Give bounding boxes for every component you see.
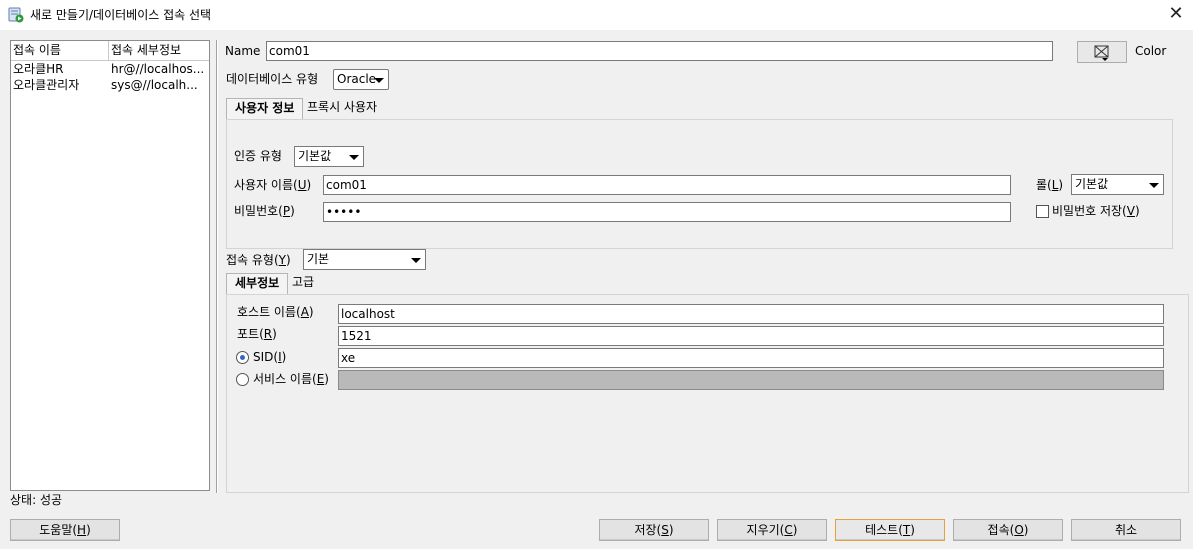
column-header-name[interactable]: 접속 이름 [11, 41, 109, 60]
chevron-down-icon [349, 155, 359, 160]
tab-proxy-user[interactable]: 프록시 사용자 [305, 98, 379, 119]
tab-user-info[interactable]: 사용자 정보 [226, 98, 304, 119]
conntype-select[interactable]: 기본 [303, 249, 426, 270]
chevron-down-icon [411, 258, 421, 263]
splitter[interactable] [216, 40, 218, 493]
dbtype-value: Oracle [337, 72, 377, 86]
service-name-field [338, 370, 1164, 390]
auth-type-label: 인증 유형 [234, 149, 282, 163]
auth-type-select[interactable]: 기본값 [294, 146, 364, 167]
connection-list: 접속 이름 접속 세부정보 오라클HR hr@//localhos... 오라클… [10, 40, 210, 491]
status-text: 상태: 성공 [10, 493, 63, 507]
dbtype-select[interactable]: Oracle [333, 69, 389, 90]
table-row[interactable]: 오라클관리자 sys@//localh... [11, 77, 209, 93]
connection-detail: sys@//localh... [111, 78, 198, 92]
connection-list-header: 접속 이름 접속 세부정보 [11, 41, 209, 61]
password-field[interactable]: ••••• [323, 202, 1011, 222]
role-label: 롤(L) [1036, 178, 1064, 192]
chevron-down-icon [1149, 183, 1159, 188]
color-label: Color [1135, 44, 1167, 58]
password-label: 비밀번호(P) [234, 204, 295, 218]
chevron-down-icon [374, 78, 384, 83]
sid-label: SID(I) [253, 350, 287, 364]
sid-radio[interactable] [236, 351, 249, 364]
save-password-checkbox[interactable] [1036, 205, 1049, 218]
host-field[interactable]: localhost [338, 304, 1164, 324]
name-label: Name [225, 44, 261, 58]
port-field[interactable]: 1521 [338, 326, 1164, 346]
window-title: 새로 만들기/데이터베이스 접속 선택 [30, 8, 212, 22]
dbtype-label: 데이터베이스 유형 [226, 72, 319, 86]
conntype-label: 접속 유형(Y) [226, 253, 291, 267]
cancel-button[interactable]: 취소 [1071, 519, 1181, 541]
column-header-detail[interactable]: 접속 세부정보 [109, 41, 209, 60]
service-name-label: 서비스 이름(E) [253, 372, 329, 386]
help-button[interactable]: 도움말(H) [10, 519, 120, 541]
connect-button[interactable]: 접속(O) [953, 519, 1063, 541]
role-select[interactable]: 기본값 [1071, 174, 1164, 195]
username-label: 사용자 이름(U) [234, 178, 312, 192]
tab-advanced[interactable]: 고급 [290, 273, 316, 294]
color-swatch-icon [1094, 45, 1109, 61]
table-row[interactable]: 오라클HR hr@//localhos... [11, 61, 209, 77]
clear-button[interactable]: 지우기(C) [717, 519, 827, 541]
name-field[interactable]: com01 [266, 41, 1053, 61]
auth-type-value: 기본값 [298, 149, 332, 163]
close-icon[interactable]: ✕ [1164, 4, 1188, 26]
database-connection-icon [8, 7, 24, 23]
username-field[interactable]: com01 [323, 175, 1011, 195]
sid-field[interactable]: xe [338, 348, 1164, 368]
host-label: 호스트 이름(A) [237, 305, 314, 319]
port-label: 포트(R) [237, 327, 277, 341]
tab-details[interactable]: 세부정보 [226, 273, 289, 294]
service-name-radio[interactable] [236, 373, 249, 386]
save-password-label: 비밀번호 저장(V) [1052, 204, 1140, 218]
test-button[interactable]: 테스트(T) [835, 519, 945, 541]
connection-name: 오라클HR [13, 62, 64, 76]
role-value: 기본값 [1075, 177, 1109, 191]
conntype-value: 기본 [307, 252, 330, 266]
color-button[interactable] [1077, 41, 1127, 63]
connection-name: 오라클관리자 [13, 78, 80, 92]
connection-detail: hr@//localhos... [111, 62, 205, 76]
save-button[interactable]: 저장(S) [599, 519, 709, 541]
